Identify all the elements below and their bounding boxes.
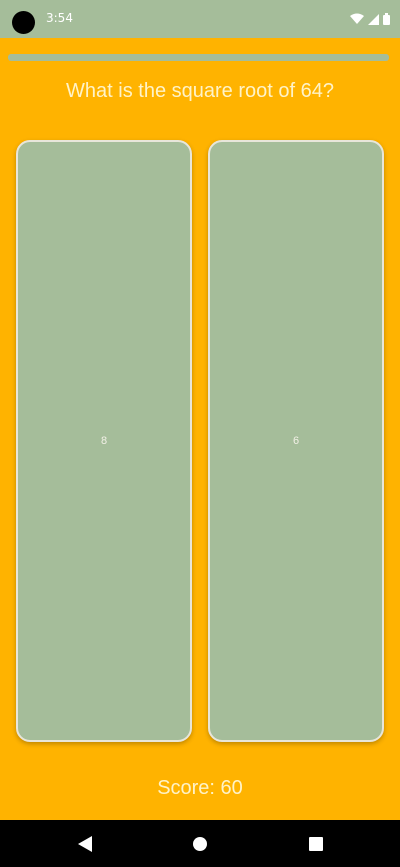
answer-option-2[interactable]: 6 [208,140,384,742]
home-icon[interactable] [188,832,212,856]
navigation-bar [0,820,400,867]
status-bar: 3:54 [0,0,400,38]
answer-option-2-label: 6 [292,435,300,447]
status-icons [350,12,390,30]
wifi-icon [350,12,364,30]
score-text: Score: 60 [157,777,243,799]
quiz-progress-fill [8,54,389,61]
answer-option-1[interactable]: 8 [16,140,192,742]
question-text: What is the square root of 64? [66,80,334,102]
status-time: 3:54 [46,11,73,25]
quiz-progress-bar [8,54,389,61]
recent-apps-icon[interactable] [304,832,328,856]
signal-icon [368,12,379,30]
battery-icon [383,12,390,30]
answer-option-1-label: 8 [100,435,108,447]
back-icon[interactable] [73,832,97,856]
camera-cutout [12,11,35,34]
